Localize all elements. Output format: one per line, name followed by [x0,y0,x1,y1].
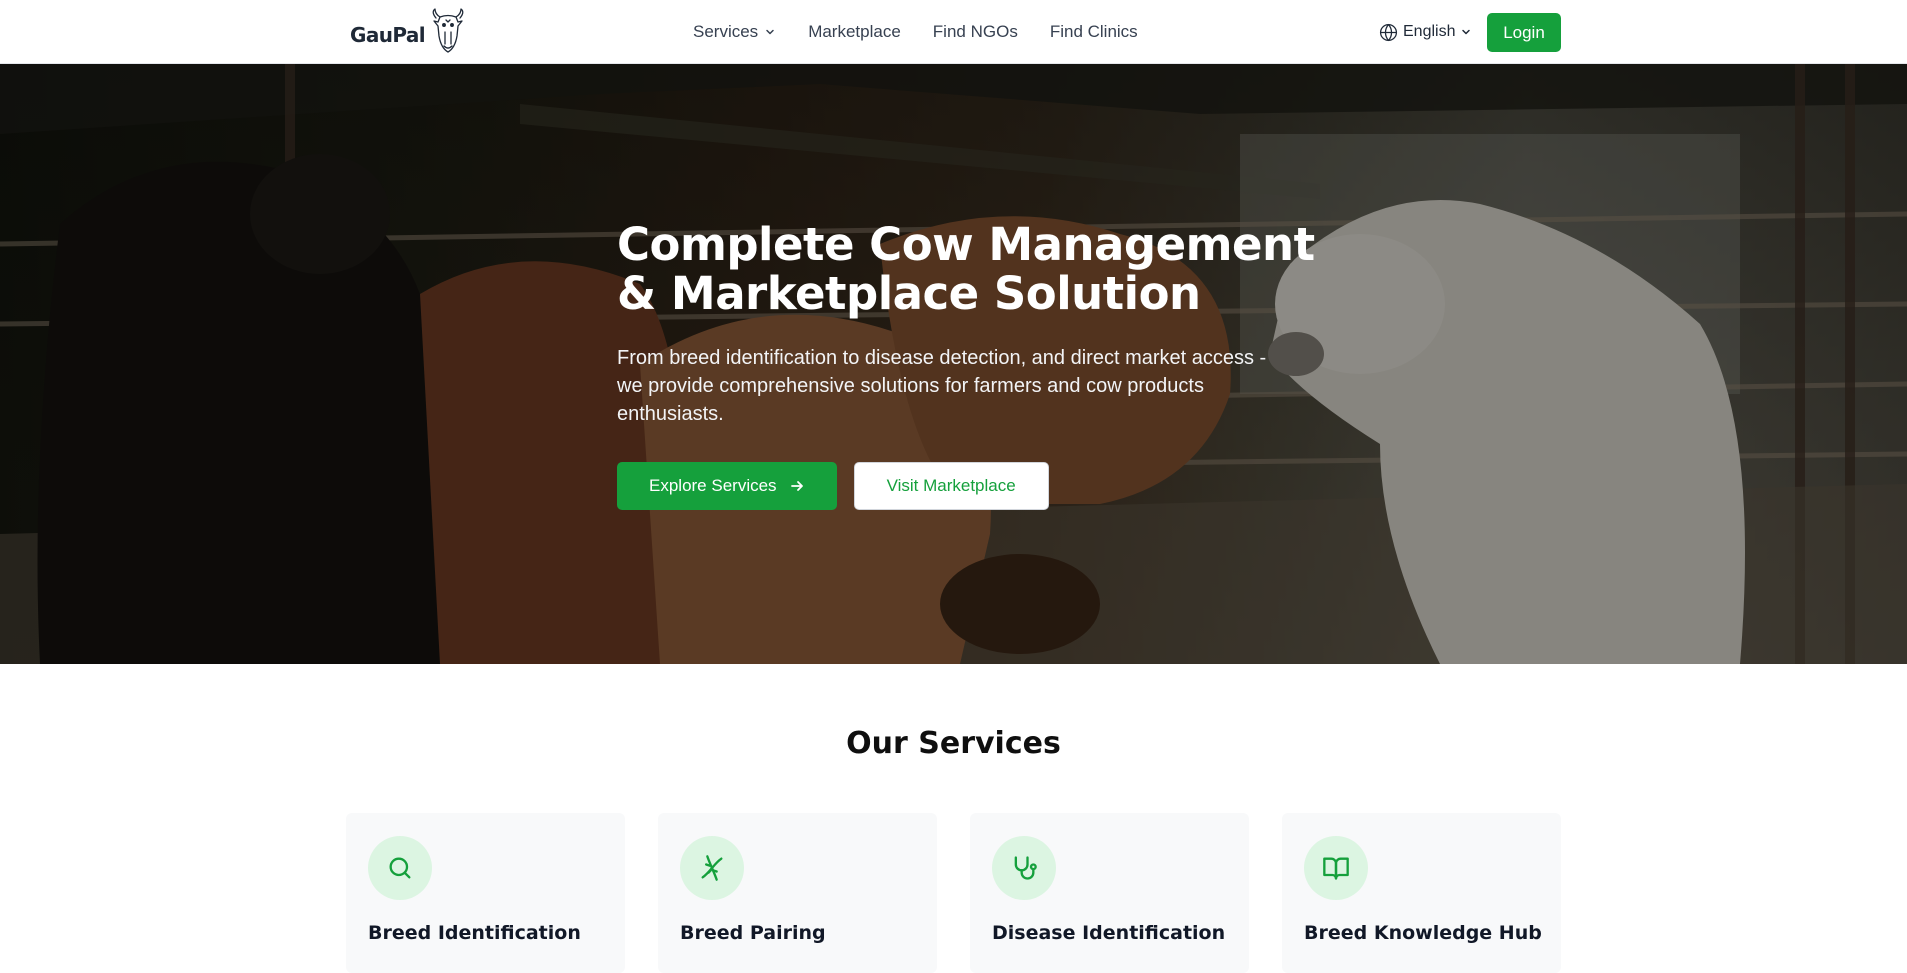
logo-text: GauPal [350,23,426,47]
explore-services-button[interactable]: Explore Services [617,462,837,510]
hero-content: Complete Cow Management & Marketplace So… [617,220,1317,510]
stethoscope-icon [992,836,1056,900]
service-card-title: Disease Identification [992,922,1226,944]
services-heading: Our Services [846,726,1061,761]
visit-marketplace-button[interactable]: Visit Marketplace [853,462,1049,510]
nav-find-clinics[interactable]: Find Clinics [1050,22,1138,42]
chevron-down-icon [766,29,774,35]
hero-title-line2: & Marketplace Solution [617,267,1201,320]
service-card-breed-knowledge-hub[interactable]: Breed Knowledge Hub [1282,813,1561,973]
arrow-right-icon [790,481,803,491]
globe-icon [1379,23,1398,41]
gaupal-logo[interactable]: GauPal [350,8,469,54]
dna-icon [680,836,744,900]
nav-services-label: Services [693,22,759,41]
nav-services[interactable]: Services [693,22,776,42]
nav-marketplace[interactable]: Marketplace [808,22,901,42]
explore-services-label: Explore Services [649,476,777,495]
service-card-breed-pairing[interactable]: Breed Pairing [658,813,937,973]
service-card-title: Breed Knowledge Hub [1304,922,1542,944]
service-card-disease-identification[interactable]: Disease Identification [970,813,1249,973]
hero-actions: Explore Services Visit Marketplace [617,462,1317,510]
book-icon [1304,836,1368,900]
services-cards: Breed Identification Breed Pairing Disea… [346,813,1561,973]
language-selector[interactable]: English [1379,20,1472,44]
top-navbar: GauPal Services Marketplace Find NGOs Fi… [0,0,1907,64]
hero-title-line1: Complete Cow Management [617,218,1315,271]
main-nav: Services Marketplace Find NGOs Find Clin… [693,0,1138,64]
service-card-title: Breed Pairing [680,922,826,944]
search-icon [368,836,432,900]
language-label: English [1403,23,1456,40]
service-card-title: Breed Identification [368,922,581,944]
service-card-breed-identification[interactable]: Breed Identification [346,813,625,973]
cow-logo-icon [432,8,464,53]
hero-section: Complete Cow Management & Marketplace So… [0,64,1907,664]
login-button[interactable]: Login [1487,13,1561,52]
nav-find-ngos[interactable]: Find NGOs [933,22,1018,42]
chevron-down-icon [1462,29,1471,35]
hero-subtitle: From breed identification to disease det… [617,347,1267,425]
hero-title: Complete Cow Management & Marketplace So… [617,220,1317,318]
